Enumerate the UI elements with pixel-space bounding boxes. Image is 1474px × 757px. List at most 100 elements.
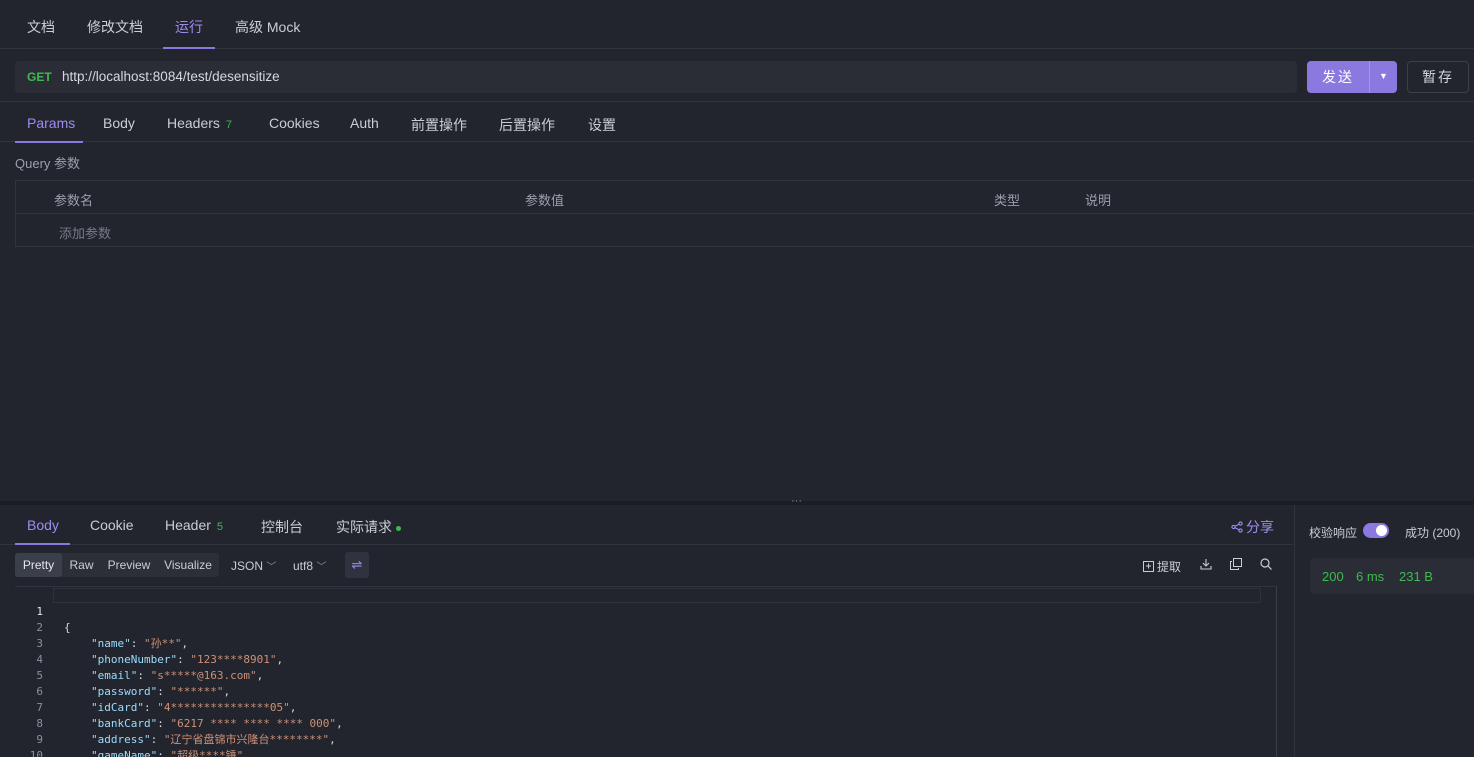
code-line: 7 "bankCard": "6217 **** **** **** 000",: [15, 684, 342, 730]
json-key: "password": [91, 685, 158, 698]
response-body-editor[interactable]: 1 { 2 "name": "孙**", 3 "phoneNumber": "1…: [15, 586, 1277, 757]
language-select[interactable]: JSON ﹀: [231, 558, 276, 573]
column-header-description: 说明: [1085, 193, 1112, 208]
tab-actual-request-label: 实际请求: [336, 519, 392, 535]
extract-icon: [1143, 561, 1154, 572]
url-input[interactable]: http://localhost:8084/test/desensitize: [62, 69, 280, 84]
json-value: "4***************05": [157, 701, 290, 714]
code-line: 6 "idCard": "4***************05",: [15, 668, 296, 714]
mode-raw[interactable]: Raw: [64, 553, 99, 577]
language-value: JSON: [231, 559, 264, 573]
json-key: "email": [91, 669, 138, 682]
active-tab-indicator: [15, 141, 83, 143]
mode-visualize[interactable]: Visualize: [159, 553, 217, 577]
response-size: 231 B: [1399, 569, 1433, 584]
code-line: 8 "address": "辽宁省盘锦市兴隆台********",: [15, 700, 335, 746]
encoding-select[interactable]: utf8 ﹀: [293, 558, 326, 573]
chevron-down-icon[interactable]: ▼: [1370, 61, 1397, 93]
verify-response-toggle[interactable]: [1363, 523, 1389, 538]
mode-pretty[interactable]: Pretty: [15, 553, 62, 577]
code-text: "password": "******",: [91, 685, 231, 698]
code-line: 1 {: [15, 588, 70, 634]
json-value: "******": [170, 685, 224, 698]
response-time: 6 ms: [1356, 569, 1385, 584]
extract-button[interactable]: 提取: [1143, 558, 1181, 575]
json-key: "phoneNumber": [91, 653, 178, 666]
tab-advanced-mock[interactable]: 高级 Mock: [235, 17, 300, 37]
code-text: "idCard": "4***************05",: [91, 701, 297, 714]
encoding-value: utf8: [293, 559, 314, 573]
json-key: "idCard": [91, 701, 144, 714]
column-header-value: 参数值: [525, 193, 565, 208]
copy-icon[interactable]: [1230, 558, 1242, 573]
tab-settings[interactable]: 设置: [588, 115, 616, 135]
format-mode-group: Pretty Raw Preview Visualize: [15, 553, 219, 577]
code-line: 4 "email": "s*****@163.com",: [15, 636, 263, 682]
tab-run[interactable]: 运行: [175, 17, 203, 37]
search-glyph: [1260, 558, 1272, 570]
word-wrap-icon[interactable]: ⇌: [345, 552, 369, 578]
code-line: 5 "password": "******",: [15, 652, 230, 698]
tab-body[interactable]: Body: [103, 115, 135, 131]
copy-glyph: [1230, 558, 1242, 570]
code-line: 9 "gameName": "超级****锤": [15, 716, 243, 757]
tab-response-body[interactable]: Body: [27, 517, 59, 533]
tab-post-operations[interactable]: 后置操作: [499, 115, 555, 135]
json-value: "辽宁省盘锦市兴隆台********": [163, 733, 330, 746]
params-table: 参数名 参数值 类型 说明 添加参数: [15, 180, 1474, 247]
tab-auth[interactable]: Auth: [350, 115, 379, 131]
add-param-input[interactable]: 添加参数: [59, 223, 111, 242]
code-text: {: [64, 621, 71, 634]
code-text: "bankCard": "6217 **** **** **** 000",: [91, 717, 343, 730]
send-button[interactable]: 发送: [1307, 61, 1369, 93]
download-icon[interactable]: [1200, 558, 1212, 573]
http-method[interactable]: GET: [27, 70, 52, 84]
params-table-header: 参数名 参数值 类型 说明: [16, 181, 1474, 214]
column-header-type: 类型: [994, 193, 1021, 208]
tab-console[interactable]: 控制台: [261, 517, 303, 537]
code-text: "address": "辽宁省盘锦市兴隆台********",: [91, 733, 336, 746]
tab-cookies[interactable]: Cookies: [269, 115, 320, 131]
line-number: 10: [29, 749, 43, 757]
headers-count-badge: 7: [225, 119, 233, 131]
tab-response-header[interactable]: Header 5: [165, 517, 223, 533]
code-line: 3 "phoneNumber": "123****8901",: [15, 620, 283, 666]
search-icon[interactable]: [1260, 558, 1272, 573]
tab-headers[interactable]: Headers 7: [167, 115, 232, 131]
tab-headers-label: Headers: [167, 115, 220, 131]
success-status-select[interactable]: 成功 (200): [1405, 524, 1460, 541]
json-key: "bankCard": [91, 717, 158, 730]
active-tab-indicator: [163, 47, 215, 49]
tab-actual-request[interactable]: 实际请求: [336, 517, 401, 537]
chevron-down-icon: ﹀: [316, 562, 327, 573]
json-value: "123****8901": [190, 653, 277, 666]
response-tab-bar: Body Cookie Header 5 控制台 实际请求 分享: [0, 505, 1293, 545]
top-tab-bar: 文档 修改文档 运行 高级 Mock: [0, 0, 1474, 49]
tab-pre-operations[interactable]: 前置操作: [411, 115, 467, 135]
tab-docs[interactable]: 文档: [27, 17, 55, 37]
extract-label: 提取: [1157, 560, 1182, 574]
mode-preview[interactable]: Preview: [103, 553, 155, 577]
url-bar[interactable]: GET http://localhost:8084/test/desensiti…: [15, 61, 1297, 93]
share-label: 分享: [1246, 519, 1274, 535]
chevron-down-icon: ﹀: [266, 562, 277, 573]
current-line-highlight: [53, 588, 1261, 603]
tab-response-header-label: Header: [165, 517, 211, 533]
code-text: "phoneNumber": "123****8901",: [91, 653, 284, 666]
json-key: "address": [91, 733, 151, 746]
code-text: "email": "s*****@163.com",: [91, 669, 264, 682]
code-line: 2 "name": "孙**",: [15, 604, 188, 650]
json-key: "gameName": [91, 749, 158, 757]
tab-params[interactable]: Params: [27, 115, 75, 131]
save-button[interactable]: 暂存: [1407, 61, 1469, 93]
json-value: "孙**": [144, 637, 182, 650]
json-value: "超级****锤": [170, 749, 244, 757]
share-button[interactable]: 分享: [1231, 517, 1274, 537]
code-text: "gameName": "超级****锤": [64, 748, 243, 757]
json-value: "s*****@163.com": [150, 669, 257, 682]
status-dot: [396, 525, 401, 531]
header-count-badge: 5: [216, 521, 224, 533]
tab-edit-docs[interactable]: 修改文档: [87, 17, 143, 37]
code-line: 10 }: [15, 732, 43, 757]
tab-response-cookie[interactable]: Cookie: [90, 517, 134, 533]
